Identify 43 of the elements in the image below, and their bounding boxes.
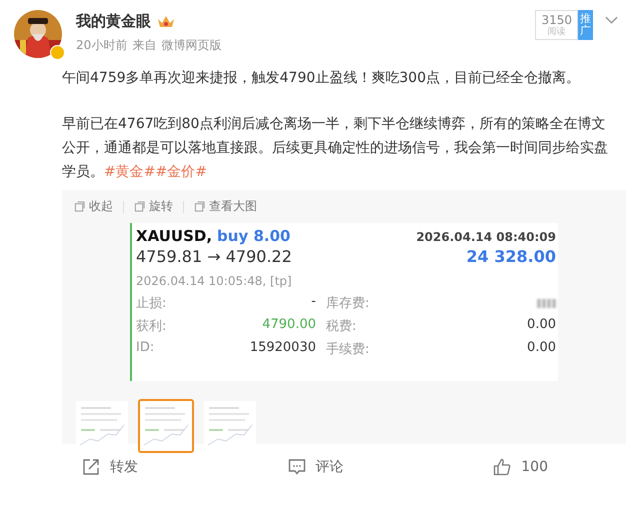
topic-link[interactable]: #黄金# [104,164,156,180]
thumbnail[interactable] [138,399,194,453]
media-tool-button[interactable]: 查看大图 [194,198,257,215]
source-prefix: 来自 [132,37,156,54]
open-time: 2026.04.14 08:40:09 [416,230,556,244]
action-button[interactable]: 100 [493,458,548,476]
trade-profit: 24 328.00 [466,247,556,266]
action-button[interactable]: 评论 [288,458,344,476]
comment-icon [288,458,306,476]
crown-icon [157,14,175,28]
field-label: 手续费: [325,341,370,358]
field-value: 4790.00 [261,317,316,334]
trade-symbol: XAUUSD, [136,227,212,245]
field-value: 15920030 [248,340,316,357]
tool-icon [194,201,205,212]
author-name[interactable]: 我的黄金眼 [76,12,151,31]
topic-link[interactable]: #金价# [155,164,207,180]
read-count: 3150 [541,14,572,26]
media-tool-button[interactable]: 收起 [74,198,113,215]
chevron-down-icon[interactable] [605,16,618,24]
trade-side: buy 8.00 [217,227,290,245]
field-value: 0.00 [526,340,556,357]
field-label: ID: [136,340,156,357]
post-source: 微博网页版 [161,37,222,54]
read-label: 阅读 [548,26,566,36]
tool-icon [134,201,145,212]
post-time[interactable]: 20小时前 [76,37,128,54]
field-label: 获利: [136,318,168,335]
tool-icon [74,201,85,212]
media-tool-button[interactable]: 旋转 [134,198,173,215]
close-time: 2026.04.14 10:05:48, [tp] [136,274,293,288]
post-paragraph: 午间4759多单再次迎来捷报，触发4790止盈线！爽吃300点，目前已经全仓撤离。 [62,69,581,88]
share-icon [82,458,100,476]
action-button[interactable]: 转发 [82,458,138,476]
field-label: 止损: [136,295,168,312]
trade-prices: 4759.81 → 4790.22 [136,247,292,266]
field-value: 0.00 [526,317,556,334]
promote-button[interactable]: 推广 [578,10,593,40]
field-label: 税费: [325,318,358,335]
post-paragraph: 早前已在4767吃到80点利润后减仓离场一半，剩下半仓继续博弈，所有的策略全在博文公开，通通都是可以落地直接跟。后续更具确定性的进场信号，我会第一时间同步给实盘学员。#黄金##金价# [62,115,609,182]
thumbs-up-icon [493,458,512,476]
field-label: 库存费: [325,295,370,312]
field-value: - [310,294,316,311]
